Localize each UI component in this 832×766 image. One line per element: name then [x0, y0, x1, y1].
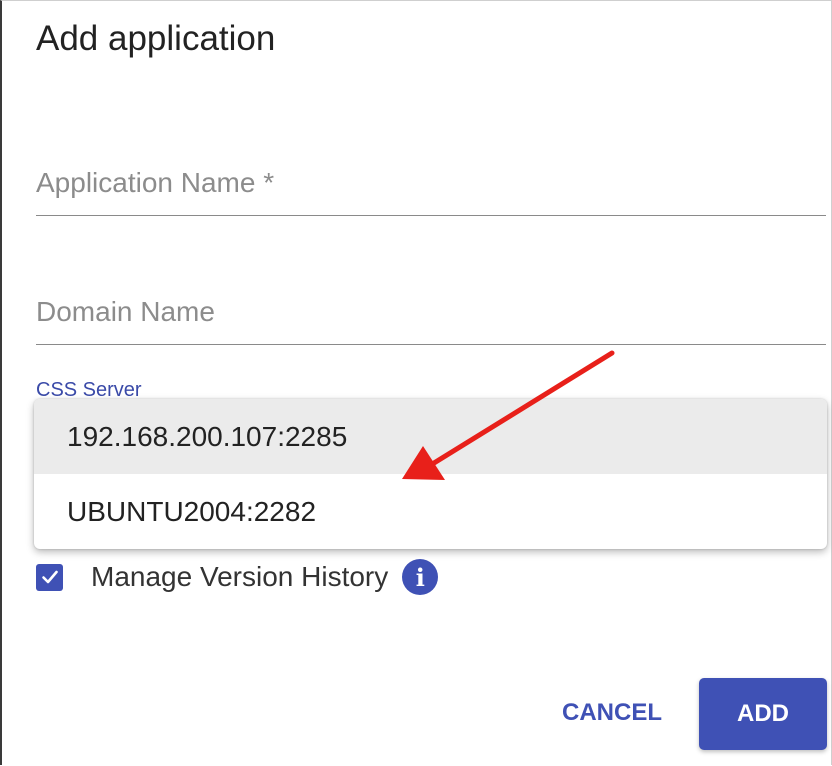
checkmark-icon	[41, 570, 58, 584]
css-server-dropdown-menu: 192.168.200.107:2285 UBUNTU2004:2282	[34, 399, 827, 549]
info-icon[interactable]: i	[402, 559, 439, 595]
css-server-option[interactable]: UBUNTU2004:2282	[34, 474, 827, 549]
domain-name-field[interactable]	[36, 296, 826, 345]
domain-name-input[interactable]	[36, 296, 826, 328]
manage-version-history-label: Manage Version History	[91, 561, 389, 592]
application-name-input[interactable]	[36, 167, 826, 199]
css-server-option[interactable]: 192.168.200.107:2285	[34, 399, 827, 474]
manage-version-history-checkbox[interactable]	[36, 563, 63, 591]
add-button[interactable]: ADD	[699, 678, 827, 750]
dialog: Add application CSS Server Manage Versio…	[0, 0, 832, 765]
cancel-button[interactable]: CANCEL	[547, 687, 677, 739]
application-name-field[interactable]	[36, 167, 826, 216]
manage-version-history-row: Manage Version History i	[36, 557, 439, 597]
dialog-title: Add application	[36, 19, 276, 58]
